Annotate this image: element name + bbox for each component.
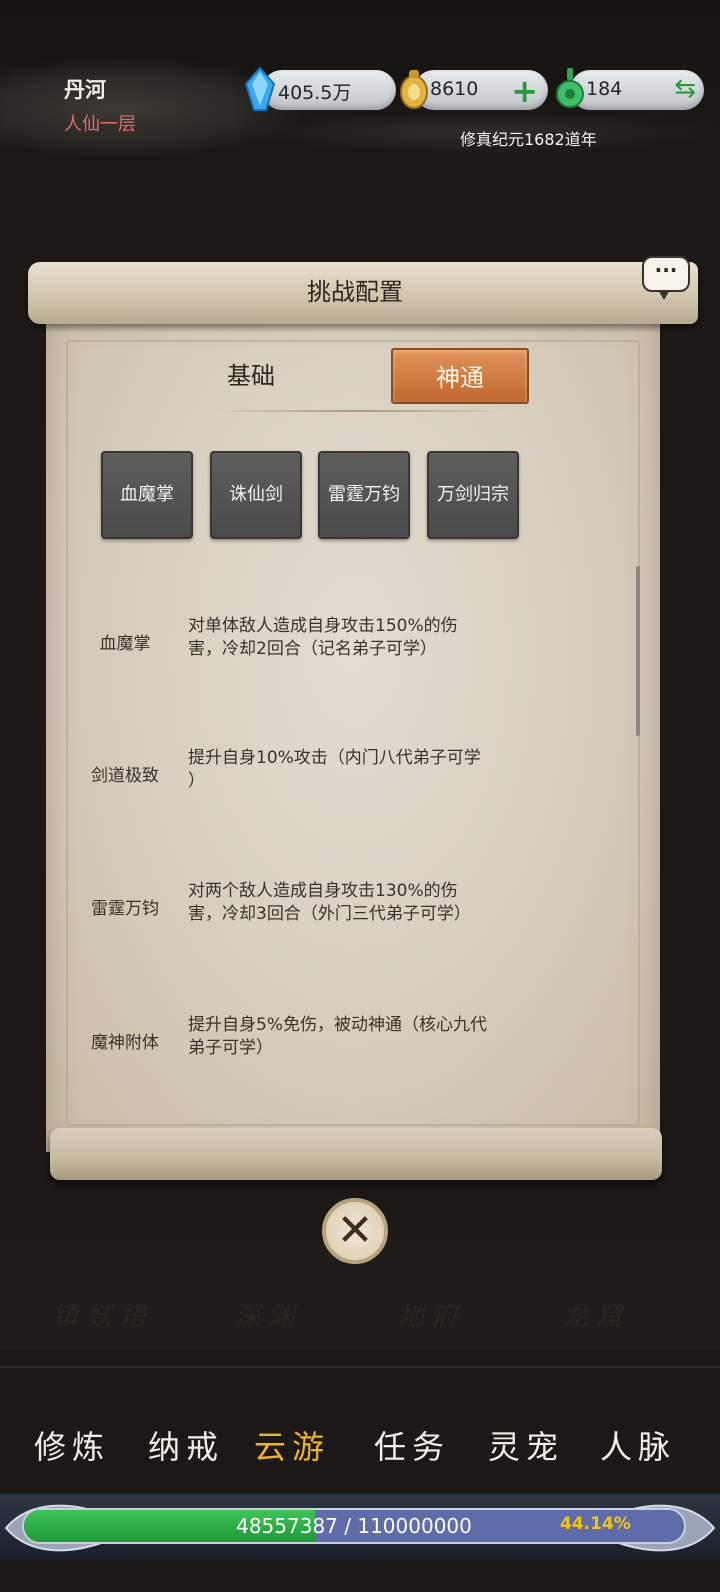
skill-description: 对单体敌人造成自身攻击150%的伤 害，冷却2回合（记名弟子可学） <box>188 615 518 661</box>
nav-separator <box>0 1366 720 1368</box>
nav-contacts[interactable]: 人脉 <box>600 1422 676 1468</box>
skill-slot-4[interactable]: 万剑归宗 <box>427 451 519 539</box>
player-realm: 人仙一层 <box>64 114 136 135</box>
scroll-bottom-roller <box>50 1128 662 1180</box>
nav-spirit-pet[interactable]: 灵宠 <box>488 1422 564 1468</box>
skill-name: 血魔掌 <box>99 634 151 654</box>
crystal-icon <box>244 66 276 111</box>
nav-cultivate[interactable]: 修炼 <box>34 1422 110 1468</box>
chat-dots: ··· <box>654 258 678 282</box>
skill-slot-3[interactable]: 雷霆万钧 <box>318 451 410 539</box>
skill-name: 雷霆万钧 <box>91 899 159 919</box>
top-header: 丹河 人仙一层 405.5万 8610 + 184 ⇆ 修真纪元1682道年 <box>0 0 720 170</box>
place-dragon-cave[interactable]: 龙窟 <box>562 1296 630 1333</box>
exp-percent: 44.14% <box>560 1514 631 1534</box>
skill-desc-line: 害，冷却3回合（外门三代弟子可学） <box>188 904 471 924</box>
skill-slot-2[interactable]: 诛仙剑 <box>210 451 302 539</box>
place-abyss[interactable]: 深渊 <box>234 1296 302 1333</box>
crystal-value: 405.5万 <box>278 82 352 104</box>
skill-slot-1[interactable]: 血魔掌 <box>101 451 193 539</box>
jade-value: 184 <box>586 78 623 100</box>
player-name[interactable]: 丹河 <box>64 74 106 104</box>
place-underworld[interactable]: 地府 <box>398 1296 466 1333</box>
nav-travel[interactable]: 云游 <box>254 1422 330 1468</box>
skill-desc-line: 弟子可学） <box>188 1038 273 1058</box>
skill-description: 对两个敌人造成自身攻击130%的伤 害，冷却3回合（外门三代弟子可学） <box>188 880 518 926</box>
skill-description: 提升自身10%攻击（内门八代弟子可学 ） <box>188 747 518 793</box>
jade-resource[interactable]: 184 ⇆ <box>570 70 704 110</box>
exchange-icon[interactable]: ⇆ <box>674 74 696 104</box>
tab-shentong[interactable]: 神通 <box>391 348 529 404</box>
dialog-scrollbar[interactable] <box>636 566 640 736</box>
chat-bubble-icon[interactable]: ··· <box>642 256 690 300</box>
tab-divider <box>210 410 510 412</box>
nav-tasks[interactable]: 任务 <box>374 1422 450 1468</box>
gold-coin-icon <box>400 70 428 109</box>
crystal-resource[interactable]: 405.5万 <box>262 70 396 110</box>
skill-description: 提升自身5%免伤，被动神通（核心九代 弟子可学） <box>188 1014 518 1060</box>
add-gold-button[interactable]: + <box>511 72 538 110</box>
skill-desc-line: 提升自身5%免伤，被动神通（核心九代 <box>188 1015 487 1035</box>
place-zhenyao-tower[interactable]: 镇妖塔 <box>52 1296 154 1333</box>
close-icon: ✕ <box>336 1205 374 1256</box>
dialog-title: 挑战配置 <box>307 278 403 306</box>
tab-basic[interactable]: 基础 <box>182 348 320 404</box>
skill-name: 魔神附体 <box>91 1033 159 1053</box>
era-year: 修真纪元1682道年 <box>460 130 597 149</box>
nav-storage-ring[interactable]: 纳戒 <box>148 1422 224 1468</box>
skill-name: 剑道极致 <box>91 766 159 786</box>
skill-desc-line: 对单体敌人造成自身攻击150%的伤 <box>188 616 458 636</box>
skill-desc-line: ） <box>188 771 205 791</box>
jade-icon <box>556 68 584 108</box>
skill-desc-line: 对两个敌人造成自身攻击130%的伤 <box>188 881 458 901</box>
gold-value: 8610 <box>430 78 479 100</box>
skill-desc-line: 害，冷却2回合（记名弟子可学） <box>188 639 437 659</box>
close-button[interactable]: ✕ <box>322 1198 388 1264</box>
gold-resource[interactable]: 8610 + <box>414 70 548 110</box>
skill-desc-line: 提升自身10%攻击（内门八代弟子可学 <box>188 748 481 768</box>
